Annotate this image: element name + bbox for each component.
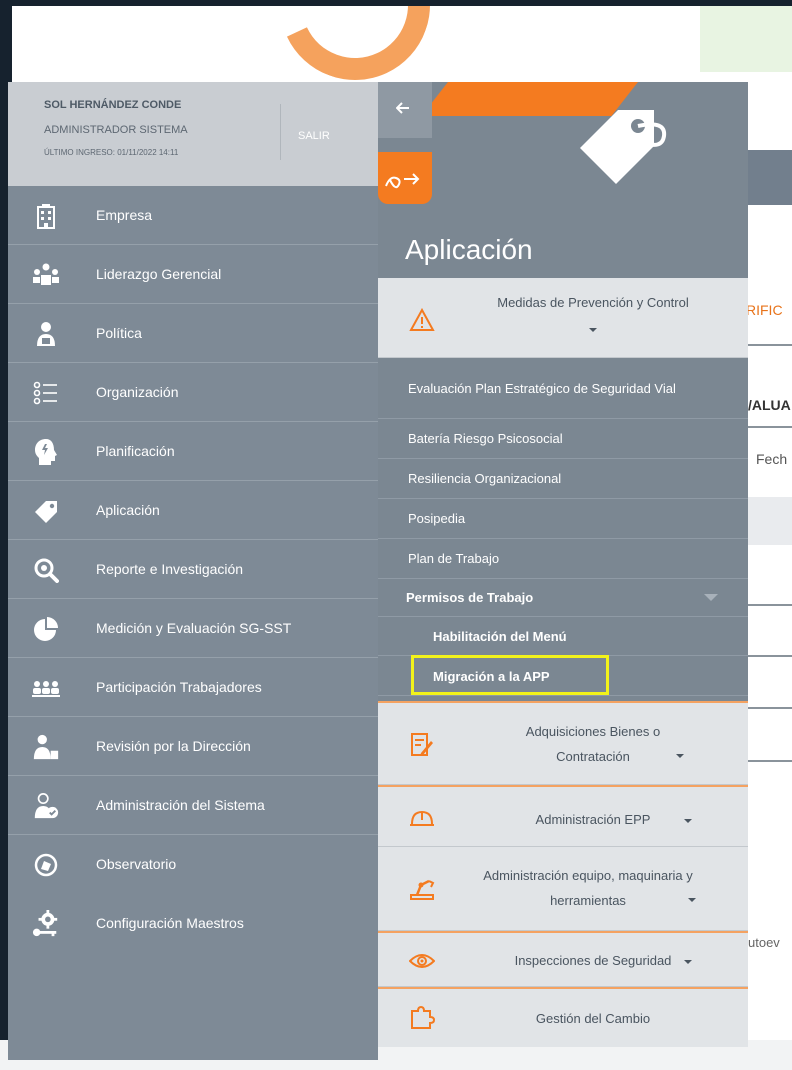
observatory-icon: [32, 851, 60, 879]
tag-icon: [32, 497, 60, 525]
edit-doc-icon: [408, 731, 436, 759]
profile-divider: [280, 104, 281, 160]
sidebar-item-label: Política: [96, 325, 142, 341]
route-arrow-icon: [385, 173, 420, 189]
sidebar-item-label: Revisión por la Dirección: [96, 738, 251, 754]
sidebar-item-liderazgo[interactable]: Liderazgo Gerencial: [8, 245, 378, 304]
panel-header: Aplicación: [378, 82, 748, 278]
sidebar-item-medicion[interactable]: Medición y Evaluación SG-SST: [8, 599, 378, 658]
section-label: Gestión del Cambio: [535, 1011, 651, 1026]
user-role: ADMINISTRADOR SISTEMA: [44, 124, 188, 136]
section-equipo[interactable]: Administración equipo, maquinaria y herr…: [378, 847, 748, 931]
magnifier-icon: [32, 556, 60, 584]
background-notice: [700, 6, 792, 72]
sidebar-item-label: Reporte e Investigación: [96, 561, 244, 577]
sidebar-item-label: Administración del Sistema: [96, 797, 265, 813]
admin-user-icon: [32, 792, 60, 820]
sidebar-item-empresa[interactable]: Empresa: [8, 186, 378, 245]
background-field-label: Fech: [756, 451, 788, 467]
chevron-down-icon: [589, 328, 597, 332]
background-text-partial: utoev: [748, 935, 780, 950]
policy-icon: [32, 320, 60, 348]
section-adquisiciones[interactable]: Adquisiciones Bienes o Contratación: [378, 701, 748, 785]
leadership-icon: [32, 261, 60, 289]
sidebar-item-administracion[interactable]: Administración del Sistema: [8, 776, 378, 835]
section-label: Administración equipo, maquinaria y herr…: [483, 868, 693, 908]
background-divider: [748, 760, 792, 762]
sidebar-item-configuracion[interactable]: Configuración Maestros: [8, 894, 378, 953]
submenu-item-bateria[interactable]: Batería Riesgo Psicosocial: [378, 419, 748, 459]
submenu-item-habilitacion[interactable]: Habilitación del Menú: [378, 618, 748, 656]
sidebar-item-planificacion[interactable]: Planificación: [8, 422, 378, 481]
panel-title: Aplicación: [405, 234, 533, 265]
permisos-label: Permisos de Trabajo: [406, 590, 534, 605]
section-gestion-cambio[interactable]: Gestión del Cambio: [378, 987, 748, 1047]
sidebar-item-label: Participación Trabajadores: [96, 679, 262, 695]
gear-key-icon: [32, 910, 60, 938]
last-login: ÚLTIMO INGRESO: 01/11/2022 14:11: [44, 148, 179, 157]
background-header-strip: [748, 150, 792, 205]
background-row: [748, 497, 792, 545]
sidebar-item-organizacion[interactable]: Organización: [8, 363, 378, 422]
sidebar-item-reporte[interactable]: Reporte e Investigación: [8, 540, 378, 599]
submenu-item-plan-vial[interactable]: Evaluación Plan Estratégico de Seguridad…: [378, 359, 748, 419]
background-divider: [748, 344, 792, 346]
section-label: Adquisiciones Bienes o Contratación: [525, 724, 661, 764]
warning-icon: [408, 306, 436, 334]
application-panel: Aplicación Medidas de Prevención y Contr…: [378, 82, 748, 1047]
pie-chart-icon: [32, 615, 60, 643]
sidebar-item-participacion[interactable]: Participación Trabajadores: [8, 658, 378, 717]
sidebar-item-label: Planificación: [96, 443, 175, 459]
sidebar-item-label: Organización: [96, 384, 179, 400]
logout-button[interactable]: SALIR: [298, 130, 330, 142]
window-edge-top: [0, 0, 792, 6]
sidebar-item-label: Aplicación: [96, 502, 160, 518]
submenu-item-plan-trabajo[interactable]: Plan de Trabajo: [378, 539, 748, 579]
background-divider: [748, 426, 792, 428]
menu-toggle-button[interactable]: [378, 152, 432, 204]
sidebar-item-revision[interactable]: Revisión por la Dirección: [8, 717, 378, 776]
sidebar-item-aplicacion[interactable]: Aplicación: [8, 481, 378, 540]
eye-icon: [408, 947, 436, 975]
people-group-icon: [32, 674, 60, 702]
background-divider: [748, 604, 792, 606]
background-column-header: /ALUA: [748, 397, 791, 413]
chevron-down-icon: [676, 754, 684, 758]
caret-down-icon: [704, 594, 718, 601]
submenu-item-resiliencia[interactable]: Resiliencia Organizacional: [378, 459, 748, 499]
submenu-item-permisos[interactable]: Permisos de Trabajo: [378, 579, 748, 617]
chevron-down-icon: [688, 898, 696, 902]
section-epp[interactable]: Administración EPP: [378, 785, 748, 847]
chevron-down-icon: [684, 960, 692, 964]
arrow-left-icon: [396, 102, 409, 114]
section-inspecciones[interactable]: Inspecciones de Seguridad: [378, 931, 748, 987]
sidebar-item-label: Empresa: [96, 207, 153, 223]
sidebar-item-label: Liderazgo Gerencial: [96, 266, 222, 282]
planning-head-icon: [32, 438, 60, 466]
helmet-icon: [408, 805, 436, 833]
building-icon: [32, 202, 60, 230]
background-divider: [748, 707, 792, 709]
sidebar-item-politica[interactable]: Política: [8, 304, 378, 363]
chevron-down-icon: [684, 819, 692, 823]
sidebar-item-observatorio[interactable]: Observatorio: [8, 835, 378, 894]
machinery-icon: [408, 875, 436, 903]
main-sidebar: SOL HERNÁNDEZ CONDE ADMINISTRADOR SISTEM…: [8, 82, 378, 1060]
prevention-dropdown[interactable]: Medidas de Prevención y Control: [378, 278, 748, 358]
background-divider: [748, 655, 792, 657]
prevention-label: Medidas de Prevención y Control: [497, 295, 689, 310]
highlight-box: [411, 655, 609, 695]
org-list-icon: [32, 379, 60, 407]
background-tab-text: RIFIC: [746, 302, 783, 318]
tag-large-icon: [580, 110, 667, 184]
sidebar-item-label: Medición y Evaluación SG-SST: [96, 620, 292, 636]
director-icon: [32, 733, 60, 761]
sidebar-item-label: Configuración Maestros: [96, 915, 244, 931]
user-name: SOL HERNÁNDEZ CONDE: [44, 99, 182, 111]
user-profile-card: SOL HERNÁNDEZ CONDE ADMINISTRADOR SISTEM…: [8, 82, 378, 186]
sidebar-item-label: Observatorio: [96, 856, 177, 872]
submenu-item-posipedia[interactable]: Posipedia: [378, 499, 748, 539]
back-button[interactable]: [378, 82, 432, 138]
puzzle-icon: [408, 1003, 436, 1031]
